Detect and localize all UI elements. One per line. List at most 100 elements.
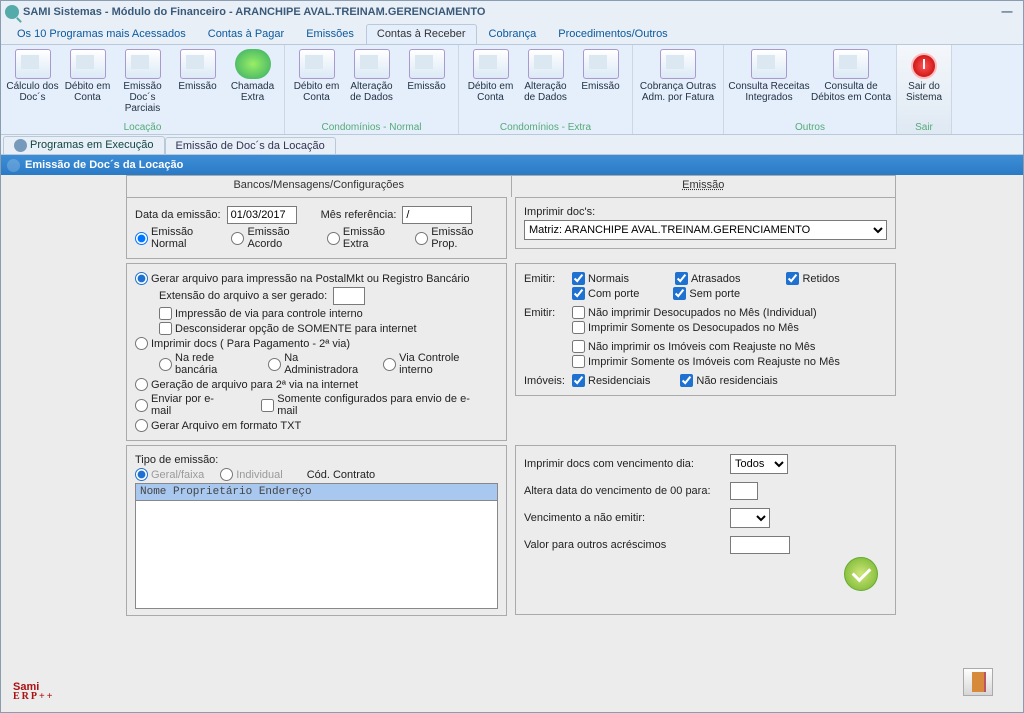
title-bar: SAMI Sistemas - Módulo do Financeiro - A… xyxy=(1,1,1023,23)
ritem-debito-cn[interactable]: Débito em Conta xyxy=(289,47,344,103)
input-mes-ref[interactable] xyxy=(402,206,472,224)
top-right-box: Imprimir doc's: Matriz: ARANCHIPE AVAL.T… xyxy=(515,197,896,249)
ritem-chamada-extra[interactable]: Chamada Extra xyxy=(225,47,280,114)
tab-contas-pagar[interactable]: Contas à Pagar xyxy=(198,25,294,44)
chk-residenciais[interactable]: Residenciais xyxy=(572,374,650,387)
minimize-button[interactable]: — xyxy=(999,6,1015,18)
panel-tab-emissao[interactable]: Emissão xyxy=(512,175,897,197)
chk-normais[interactable]: Normais xyxy=(572,272,629,285)
doc-icon xyxy=(15,49,51,79)
input-data-emissao[interactable] xyxy=(227,206,297,224)
grid-body[interactable] xyxy=(135,501,498,609)
ritem-emissao-cn[interactable]: Emissão xyxy=(399,47,454,103)
chk-semporte[interactable]: Sem porte xyxy=(673,287,740,300)
lbl-venc-nao: Vencimento a não emitir: xyxy=(524,512,724,524)
lbl-data-emissao: Data da emissão: xyxy=(135,209,221,221)
doc-icon xyxy=(833,49,869,79)
lbl-cod-contrato: Cód. Contrato xyxy=(307,469,375,481)
chk-nao-residenciais[interactable]: Não residenciais xyxy=(680,374,777,387)
group-label-sair: Sair xyxy=(915,122,933,134)
input-altera-venc[interactable] xyxy=(730,482,758,500)
select-venc-dia[interactable]: Todos xyxy=(730,454,788,474)
chk-somente-config[interactable]: Somente configurados para envio de e-mai… xyxy=(261,393,488,417)
radio-enviar-email[interactable]: Enviar por e-mail xyxy=(135,393,233,417)
doc-icon xyxy=(299,49,335,79)
ritem-consulta-receitas[interactable]: Consulta Receitas Integrados xyxy=(728,47,810,103)
tab-os10[interactable]: Os 10 Programas mais Acessados xyxy=(7,25,196,44)
emitir-box: Emitir: Normais Atrasados Retidos Com po… xyxy=(515,263,896,396)
select-venc-nao[interactable] xyxy=(730,508,770,528)
radio-emissao-prop[interactable]: Emissão Prop. xyxy=(415,226,488,250)
chk-via-controle[interactable]: Impressão de via para controle interno xyxy=(159,307,363,320)
doc-icon xyxy=(354,49,390,79)
venc-box: Imprimir docs com vencimento dia: Todos … xyxy=(515,445,896,615)
select-imprimir-docs[interactable]: Matriz: ARANCHIPE AVAL.TREINAM.GERENCIAM… xyxy=(524,220,887,240)
magnifier-icon xyxy=(7,159,20,172)
chk-nao-imp-desoc[interactable]: Não imprimir Desocupados no Mês (Individ… xyxy=(572,306,817,319)
chk-retidos[interactable]: Retidos xyxy=(786,272,839,285)
radio-emissao-normal[interactable]: Emissão Normal xyxy=(135,226,215,250)
ritem-emissao-parciais[interactable]: Emissão Doc´s Parciais xyxy=(115,47,170,114)
radio-geral-faixa[interactable]: Geral/faixa xyxy=(135,468,204,481)
ritem-debito-conta-loc[interactable]: Débito em Conta xyxy=(60,47,115,114)
radio-via-controle-interno[interactable]: Via Controle interno xyxy=(383,352,488,376)
group-label-cob xyxy=(677,122,680,134)
chk-atrasados[interactable]: Atrasados xyxy=(675,272,741,285)
tab-contas-receber[interactable]: Contas à Receber xyxy=(366,24,477,44)
radio-administradora[interactable]: Na Administradora xyxy=(268,352,367,376)
subtabs-strip: Programas em Execução Emissão de Doc´s d… xyxy=(1,135,1023,155)
radio-rede-bancaria[interactable]: Na rede bancária xyxy=(159,352,252,376)
group-label-outros: Outros xyxy=(795,122,825,134)
lbl-venc-dia: Imprimir docs com vencimento dia: xyxy=(524,458,724,470)
exit-button[interactable] xyxy=(963,668,993,696)
panel-tab-bancos[interactable]: Bancos/Mensagens/Configurações xyxy=(126,175,512,197)
tab-procedimentos[interactable]: Procedimentos/Outros xyxy=(548,25,677,44)
ribbon-toolbar: Cálculo dos Doc´s Débito em Conta Emissã… xyxy=(1,45,1023,135)
radio-gerar-txt[interactable]: Gerar Arquivo em formato TXT xyxy=(135,419,301,432)
radio-gerar-arquivo[interactable]: Gerar arquivo para impressão na PostalMk… xyxy=(135,272,470,285)
gen-options-box: Gerar arquivo para impressão na PostalMk… xyxy=(126,263,507,441)
brand-logo: Sami ERP++ xyxy=(13,653,54,702)
lbl-emitir1: Emitir: xyxy=(524,273,566,285)
panel-tabs: Bancos/Mensagens/Configurações Emissão xyxy=(126,175,896,197)
lbl-extensao: Extensão do arquivo a ser gerado: xyxy=(159,290,327,302)
ritem-emissao-ce[interactable]: Emissão xyxy=(573,47,628,103)
tab-cobranca[interactable]: Cobrança xyxy=(479,25,547,44)
top-left-box: Data da emissão: Mês referência: Emissão… xyxy=(126,197,507,259)
input-extensao[interactable] xyxy=(333,287,365,305)
ribbon-group-sair: Sair do Sistema Sair xyxy=(897,45,952,134)
ritem-consulta-debitos[interactable]: Consulta de Débitos em Conta xyxy=(810,47,892,103)
input-valor-acresc[interactable] xyxy=(730,536,790,554)
main-panel: Bancos/Mensagens/Configurações Emissão D… xyxy=(126,175,896,616)
lbl-imprimir-docs: Imprimir doc's: xyxy=(524,206,595,218)
chk-imp-reaj[interactable]: Imprimir Somente os Imóveis com Reajuste… xyxy=(572,355,840,368)
doc-icon xyxy=(583,49,619,79)
group-label-locacao: Locação xyxy=(124,122,162,134)
ritem-alteracao-ce[interactable]: Alteração de Dados xyxy=(518,47,573,103)
radio-emissao-extra[interactable]: Emissão Extra xyxy=(327,226,399,250)
subtab-programas[interactable]: Programas em Execução xyxy=(3,136,165,154)
radio-geracao-internet[interactable]: Geração de arquivo para 2ª via na intern… xyxy=(135,378,358,391)
doc-icon xyxy=(528,49,564,79)
lbl-tipo-emissao: Tipo de emissão: xyxy=(135,454,218,466)
radio-individual[interactable]: Individual xyxy=(220,468,282,481)
chk-desconsiderar[interactable]: Desconsiderar opção de SOMENTE para inte… xyxy=(159,322,417,335)
globe-refresh-icon xyxy=(235,49,271,79)
radio-imprimir-2via[interactable]: Imprimir docs ( Para Pagamento - 2ª via) xyxy=(135,337,350,350)
chk-nao-reaj[interactable]: Não imprimir os Imóveis com Reajuste no … xyxy=(572,340,815,353)
subtab-emissao-docs[interactable]: Emissão de Doc´s da Locação xyxy=(165,137,336,154)
radio-emissao-acordo[interactable]: Emissão Acordo xyxy=(231,226,310,250)
confirm-button[interactable] xyxy=(844,557,878,591)
ritem-alteracao-cn[interactable]: Alteração de Dados xyxy=(344,47,399,103)
ritem-cobranca-fatura[interactable]: Cobrança Outras Adm. por Fatura xyxy=(637,47,719,103)
ritem-sair[interactable]: Sair do Sistema xyxy=(901,47,947,103)
ritem-calculo-docs[interactable]: Cálculo dos Doc´s xyxy=(5,47,60,114)
ritem-debito-ce[interactable]: Débito em Conta xyxy=(463,47,518,103)
doc-icon xyxy=(409,49,445,79)
ritem-emissao-loc[interactable]: Emissão xyxy=(170,47,225,114)
chk-imp-som-desoc[interactable]: Imprimir Somente os Desocupados no Mês xyxy=(572,321,799,334)
chk-comporte[interactable]: Com porte xyxy=(572,287,639,300)
lbl-valor-acresc: Valor para outros acréscimos xyxy=(524,539,724,551)
tab-emissoes[interactable]: Emissões xyxy=(296,25,364,44)
lbl-emitir2: Emitir: xyxy=(524,307,566,319)
